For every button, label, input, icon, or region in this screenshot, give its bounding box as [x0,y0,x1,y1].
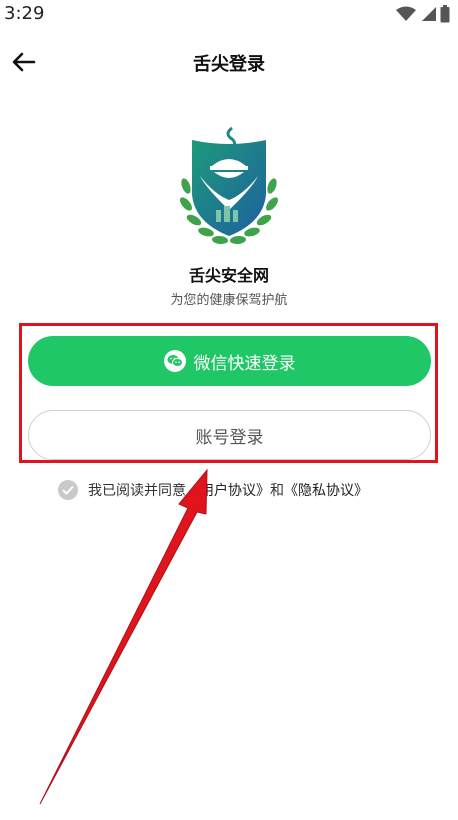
agreement-conjunction: 和 [270,483,284,499]
app-name: 舌尖安全网 [188,266,269,285]
agreement-row: 我已阅读并同意 《用户协议》 和 《隐私协议》 [58,480,368,500]
wechat-login-label: 微信快速登录 [193,353,296,374]
agreement-prefix: 我已阅读并同意 [88,483,186,499]
check-icon [62,485,74,495]
account-login-label: 账号登录 [195,427,264,448]
app-logo [174,124,284,250]
wechat-icon [163,350,186,372]
app-slogan: 为您的健康保驾护航 [170,293,288,308]
account-login-button[interactable]: 账号登录 [28,410,431,460]
battery-icon [440,5,450,23]
agreement-text: 我已阅读并同意 《用户协议》 和 《隐私协议》 [88,480,368,500]
status-icons [396,5,450,23]
page-title: 舌尖登录 [193,54,265,75]
wifi-icon [396,6,416,21]
status-bar: 3:29 [0,0,458,30]
wechat-login-button[interactable]: 微信快速登录 [28,336,431,386]
agreement-checkbox[interactable] [58,480,78,500]
user-agreement-link[interactable]: 《用户协议》 [186,480,270,500]
status-time: 3:29 [4,3,45,24]
signal-icon [422,7,436,21]
header: 舌尖登录 [0,40,458,84]
privacy-agreement-link[interactable]: 《隐私协议》 [284,480,368,500]
